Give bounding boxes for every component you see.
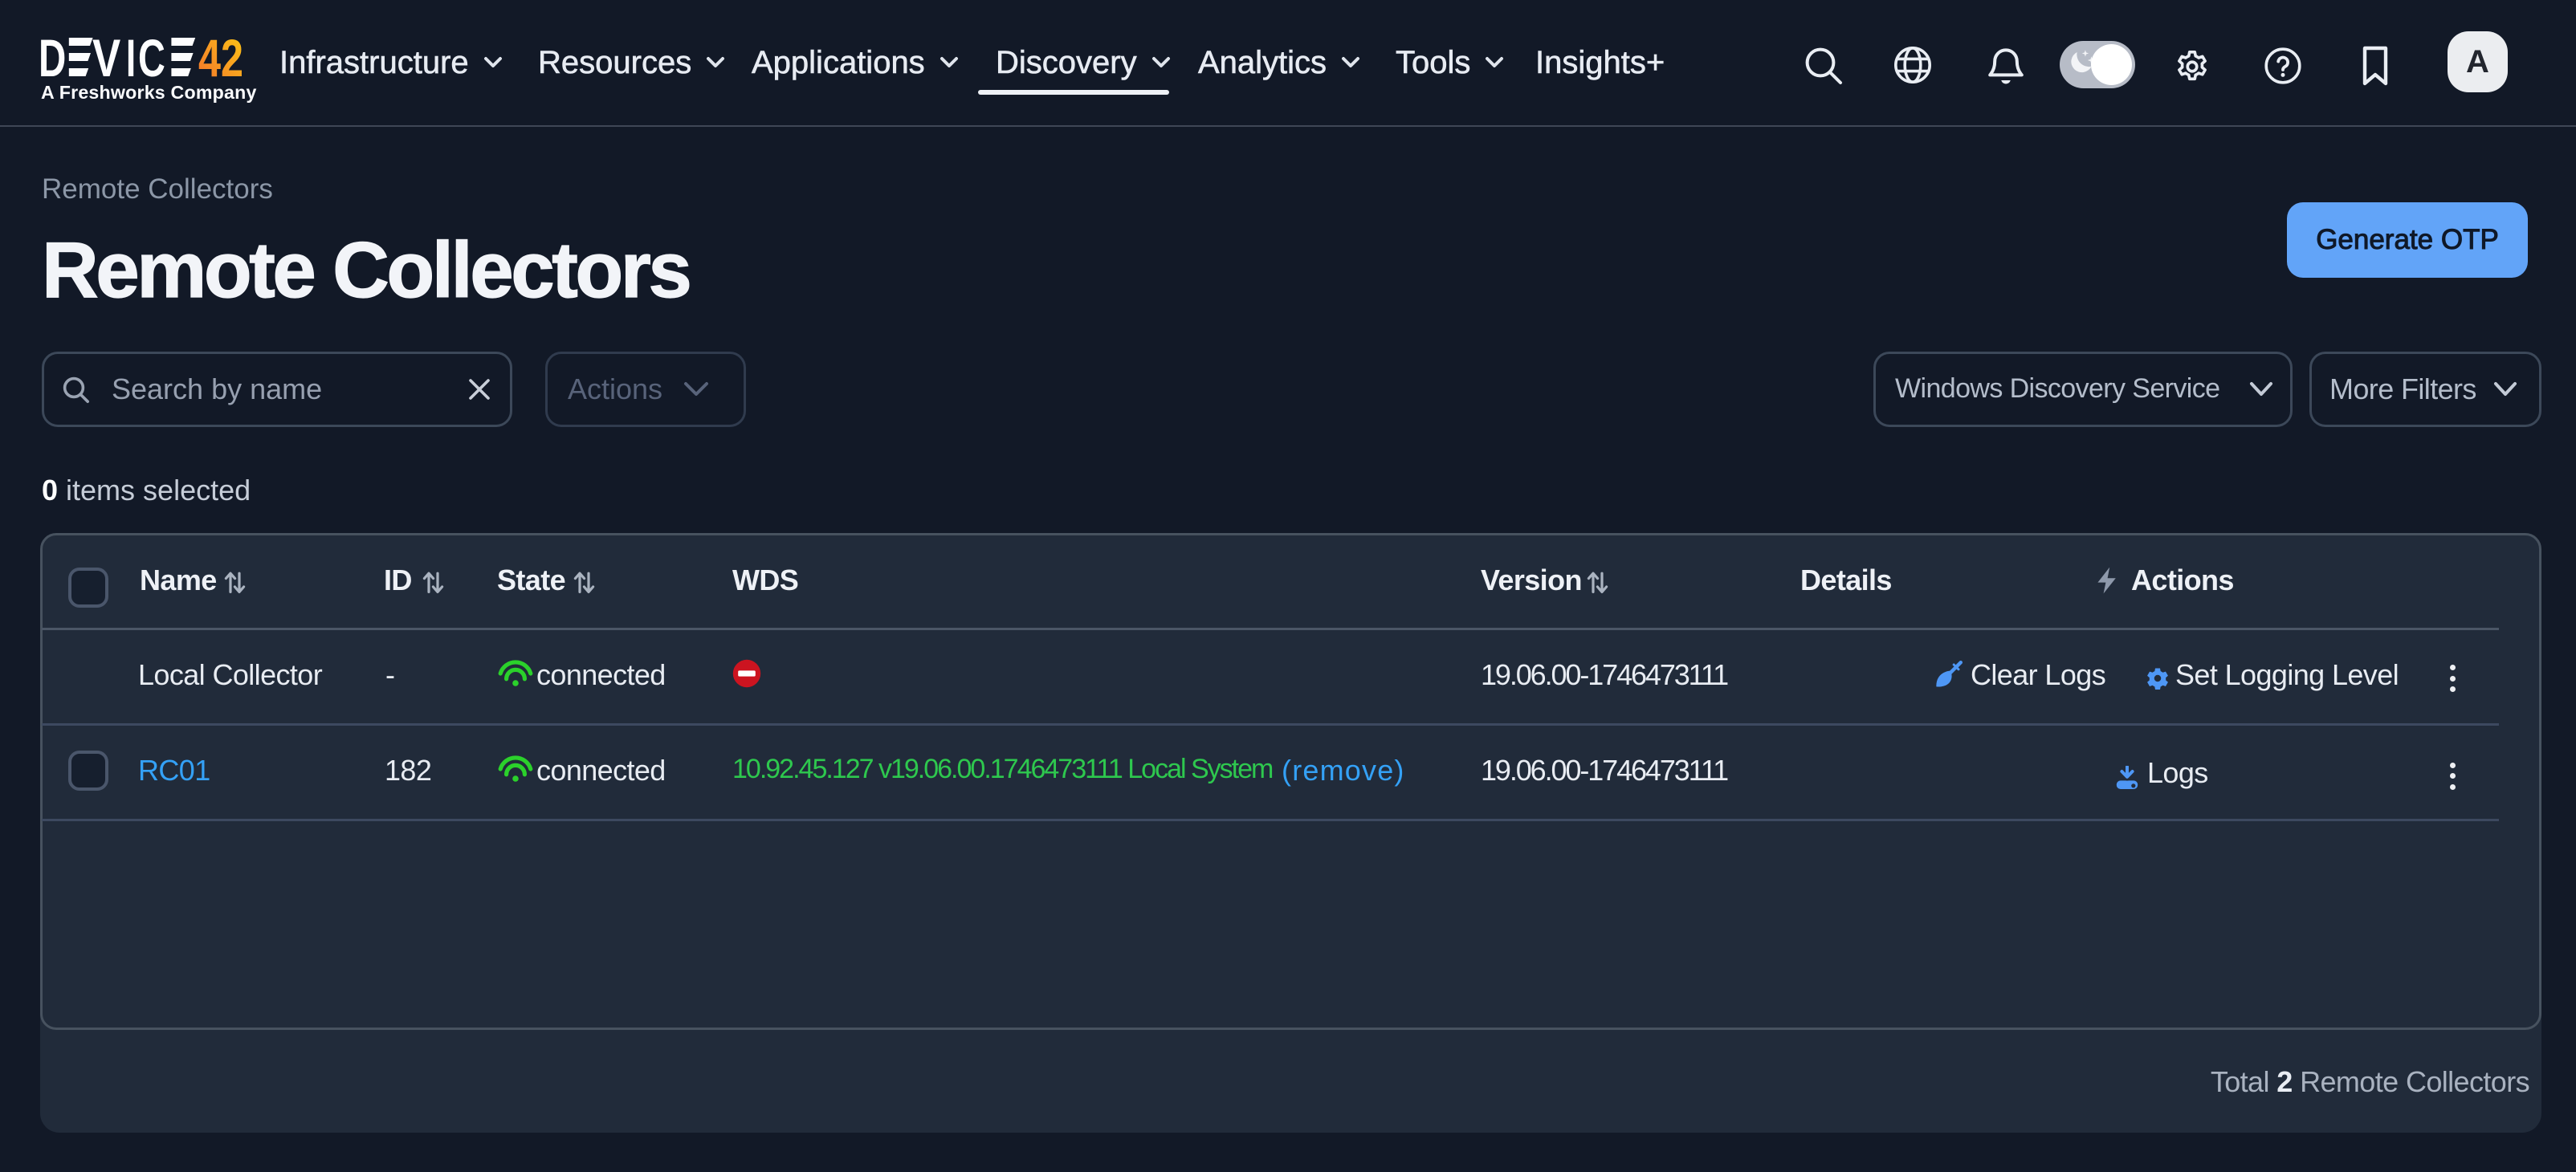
svg-text:C: C	[138, 35, 165, 78]
svg-text:D: D	[41, 35, 66, 78]
svg-text:I: I	[126, 35, 136, 78]
svg-text:42: 42	[198, 35, 243, 78]
svg-text:V: V	[92, 35, 120, 78]
